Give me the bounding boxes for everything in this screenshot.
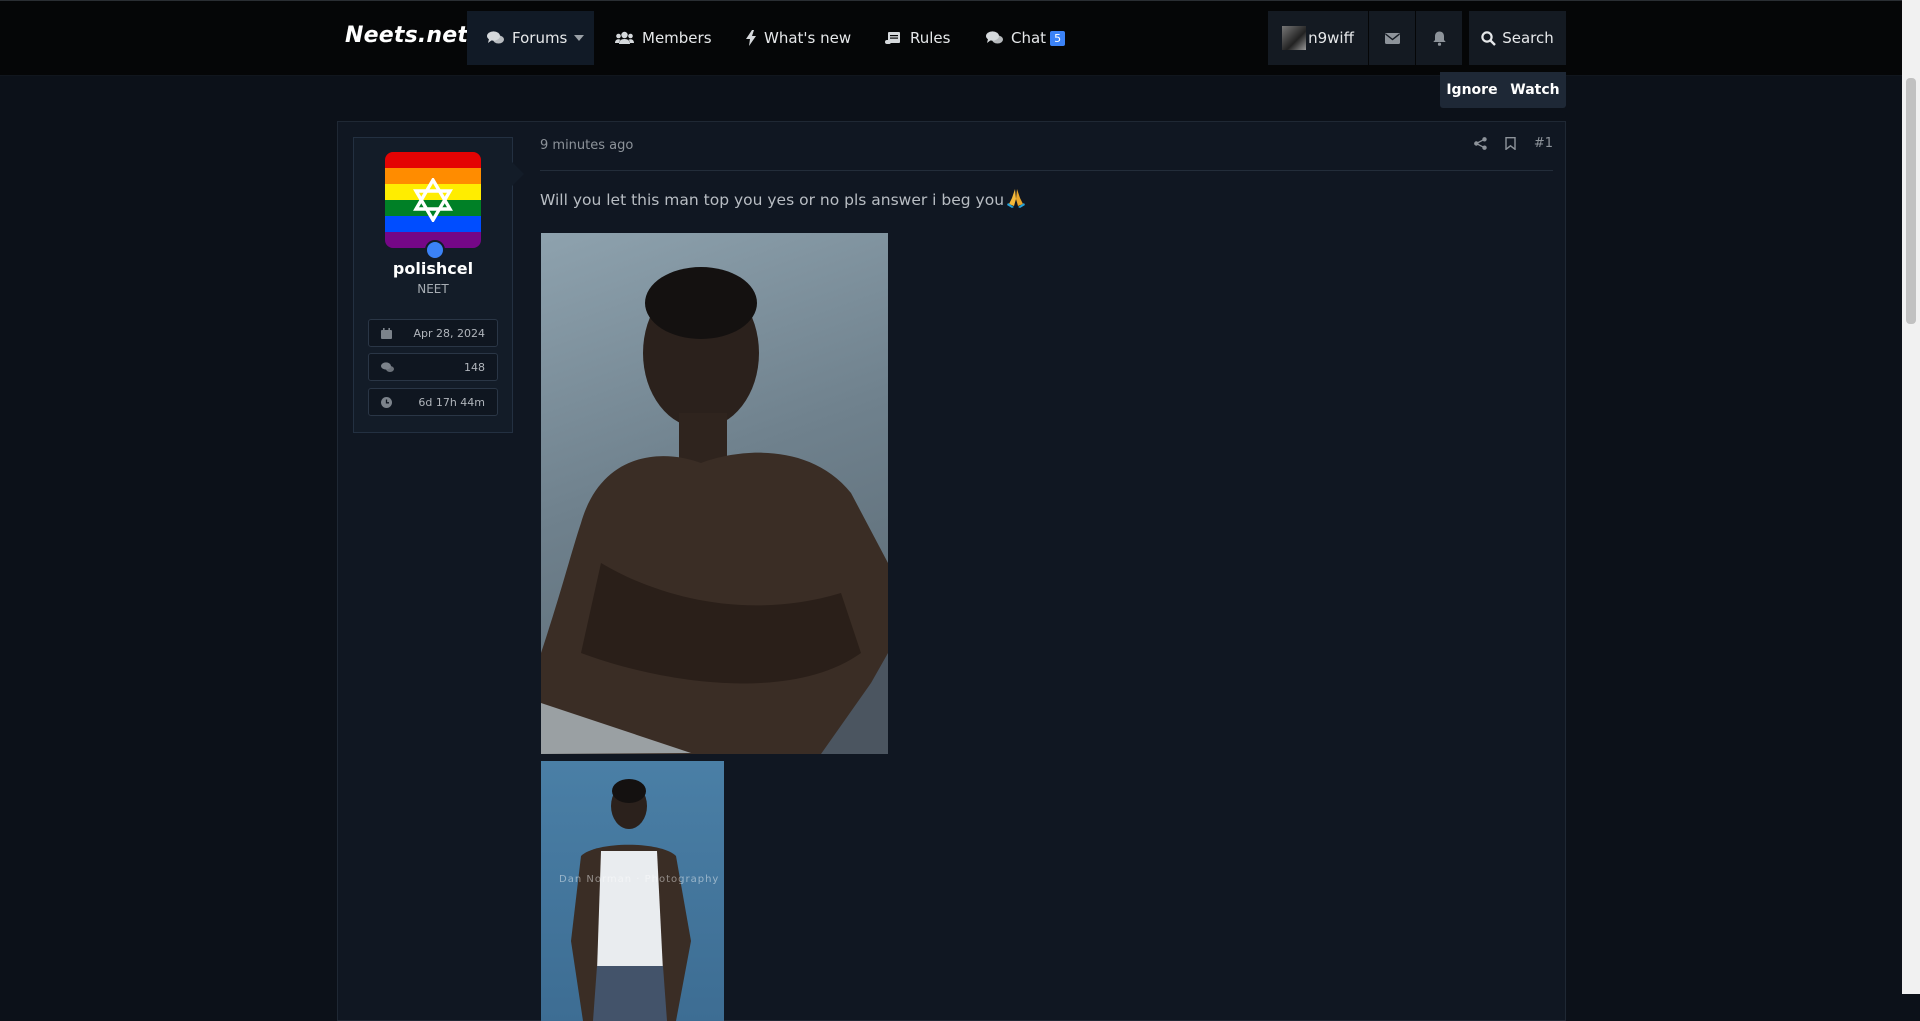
bookmark-icon[interactable] — [1505, 137, 1516, 150]
stat-online-time: 6d 17h 44m — [368, 388, 498, 416]
online-time: 6d 17h 44m — [418, 395, 485, 409]
search-button[interactable]: Search — [1469, 11, 1566, 65]
account-menu[interactable]: n9wiff — [1268, 11, 1368, 65]
nav-rules-label: Rules — [910, 29, 951, 47]
search-icon — [1481, 30, 1497, 46]
comments-icon — [487, 31, 504, 44]
watch-button[interactable]: Watch — [1510, 82, 1559, 98]
nav-chat-label: Chat — [1011, 29, 1047, 47]
stat-joined: Apr 28, 2024 — [368, 319, 498, 347]
inbox-button[interactable] — [1369, 11, 1415, 65]
nav-forums-label: Forums — [512, 29, 568, 47]
post-time[interactable]: 9 minutes ago — [540, 138, 633, 153]
thread-actions: Ignore Watch — [1440, 72, 1566, 108]
post-text: Will you let this man top you yes or no … — [540, 191, 1005, 209]
calendar-icon — [381, 327, 392, 339]
avatar — [1282, 26, 1307, 50]
clock-icon — [381, 396, 392, 408]
post-number[interactable]: #1 — [1534, 136, 1553, 151]
post: polishcel NEET Apr 28, 2024 148 6d 17h 4… — [337, 121, 1566, 1021]
users-icon — [615, 31, 634, 44]
bell-icon — [1432, 31, 1446, 46]
star-of-david-icon — [385, 152, 481, 248]
image-watermark: Dan Norman · Photography — [559, 874, 720, 885]
nav-forums[interactable]: Forums — [467, 11, 594, 65]
scrollbar-thumb[interactable] — [1906, 78, 1916, 324]
post-image[interactable] — [541, 233, 888, 754]
chat-count-badge: 5 — [1050, 30, 1066, 46]
user-cell: polishcel NEET Apr 28, 2024 148 6d 17h 4… — [353, 137, 524, 433]
search-label: Search — [1502, 29, 1554, 47]
online-status-indicator — [425, 240, 445, 260]
message-count: 148 — [464, 360, 485, 374]
stat-messages: 148 — [368, 353, 498, 381]
alerts-button[interactable] — [1416, 11, 1462, 65]
folded-hands-icon — [1005, 186, 1027, 212]
scroll-icon — [885, 32, 900, 44]
divider — [540, 170, 1553, 171]
nav-chat[interactable]: Chat 5 — [986, 11, 1066, 65]
envelope-icon — [1384, 32, 1400, 44]
post-tools: #1 — [1473, 136, 1553, 151]
account-username: n9wiff — [1308, 29, 1354, 47]
user-title: NEET — [417, 282, 449, 296]
comments-icon — [381, 361, 394, 372]
site-logo[interactable]: Neets.net — [345, 23, 468, 48]
top-navbar: Neets.net Forums Members What's new Rule… — [0, 0, 1902, 76]
nav-members[interactable]: Members — [615, 11, 712, 65]
nav-whats-new-label: What's new — [764, 29, 852, 47]
page-scrollbar[interactable] — [1902, 0, 1920, 994]
nav-whats-new[interactable]: What's new — [746, 11, 851, 65]
bolt-icon — [746, 30, 756, 46]
post-image[interactable]: Dan Norman · Photography — [541, 761, 724, 1021]
post-author[interactable]: polishcel — [354, 259, 512, 278]
ignore-button[interactable]: Ignore — [1446, 82, 1497, 98]
share-icon[interactable] — [1473, 137, 1487, 150]
post-body: Will you let this man top you yes or no … — [540, 186, 1027, 212]
nav-rules[interactable]: Rules — [885, 11, 950, 65]
comments-icon — [986, 31, 1003, 44]
chevron-down-icon[interactable] — [574, 35, 584, 41]
nav-members-label: Members — [642, 29, 712, 47]
joined-date: Apr 28, 2024 — [413, 326, 485, 340]
